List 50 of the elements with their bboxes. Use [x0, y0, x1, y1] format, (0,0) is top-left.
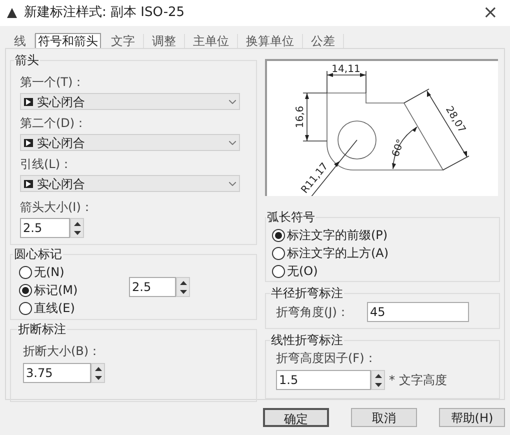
field-label: 折断大小(B)： [23, 343, 102, 360]
field-label: 引线(L)： [20, 156, 74, 173]
spin-buttons[interactable] [70, 218, 84, 238]
field-label: 折弯高度因子(F)： [276, 350, 378, 367]
dimension-text: 16,6 [295, 106, 306, 128]
spin-buttons[interactable] [91, 363, 105, 383]
unit-label: * 文字高度 [389, 372, 447, 389]
close-button[interactable]: × [476, 4, 504, 22]
dimension-text: 14,11 [332, 64, 360, 75]
group-title: 圆心标记 [13, 246, 63, 263]
dialog-button[interactable]: 帮助(H) [439, 408, 505, 427]
spin-buttons[interactable] [176, 277, 190, 297]
dimension-text: 60° [390, 138, 407, 158]
arrowhead-icon [24, 180, 33, 188]
field-label: 第二个(D)： [20, 115, 88, 132]
tab[interactable]: 符号和箭头 [35, 33, 101, 49]
group-title: 线性折弯标注 [270, 332, 344, 349]
chevron-icon [229, 140, 236, 144]
radio-option[interactable]: 无(O) [272, 262, 491, 280]
radio-option[interactable]: 标记(M) [19, 281, 129, 299]
app-icon [6, 7, 18, 19]
number-field[interactable]: 2.5 [129, 277, 176, 297]
dropdown[interactable]: 实心闭合 [20, 93, 240, 110]
field-label: 第一个(T)： [20, 74, 86, 91]
arrowhead-icon [24, 98, 33, 106]
group-title: 箭头 [14, 52, 40, 69]
radio-option[interactable]: 标注文字的前缀(P) [272, 226, 491, 244]
radio-option[interactable]: 标注文字的上方(A) [272, 244, 491, 262]
group-title: 折断标注 [17, 321, 67, 338]
radio-option[interactable]: 直线(E) [19, 299, 129, 317]
radio-option[interactable]: 无(N) [19, 263, 129, 281]
angle-arc [392, 126, 418, 170]
dialog-button[interactable]: 确定 [263, 408, 329, 427]
arrowhead-icon [24, 138, 33, 146]
dialog-button[interactable]: 取消 [351, 408, 417, 427]
dropdown[interactable]: 实心闭合 [20, 175, 240, 192]
number-field[interactable]: 2.5 [20, 218, 70, 238]
dropdown[interactable]: 实心闭合 [20, 134, 240, 151]
chevron-icon [229, 100, 236, 104]
angle-field[interactable]: 45 [367, 302, 469, 322]
group-title: 半径折弯标注 [270, 285, 344, 302]
field-label: 折弯角度(J)： [276, 304, 350, 321]
field-label: 箭头大小(I)： [20, 199, 94, 216]
chevron-icon [229, 182, 236, 186]
hole-circle [338, 120, 376, 160]
number-field[interactable]: 3.75 [23, 363, 91, 383]
window-title: 新建标注样式: 副本 ISO-25 [24, 4, 185, 22]
group-title: 弧长符号 [266, 209, 316, 226]
number-field[interactable]: 1.5 [276, 370, 371, 390]
spin-buttons[interactable] [371, 370, 385, 390]
